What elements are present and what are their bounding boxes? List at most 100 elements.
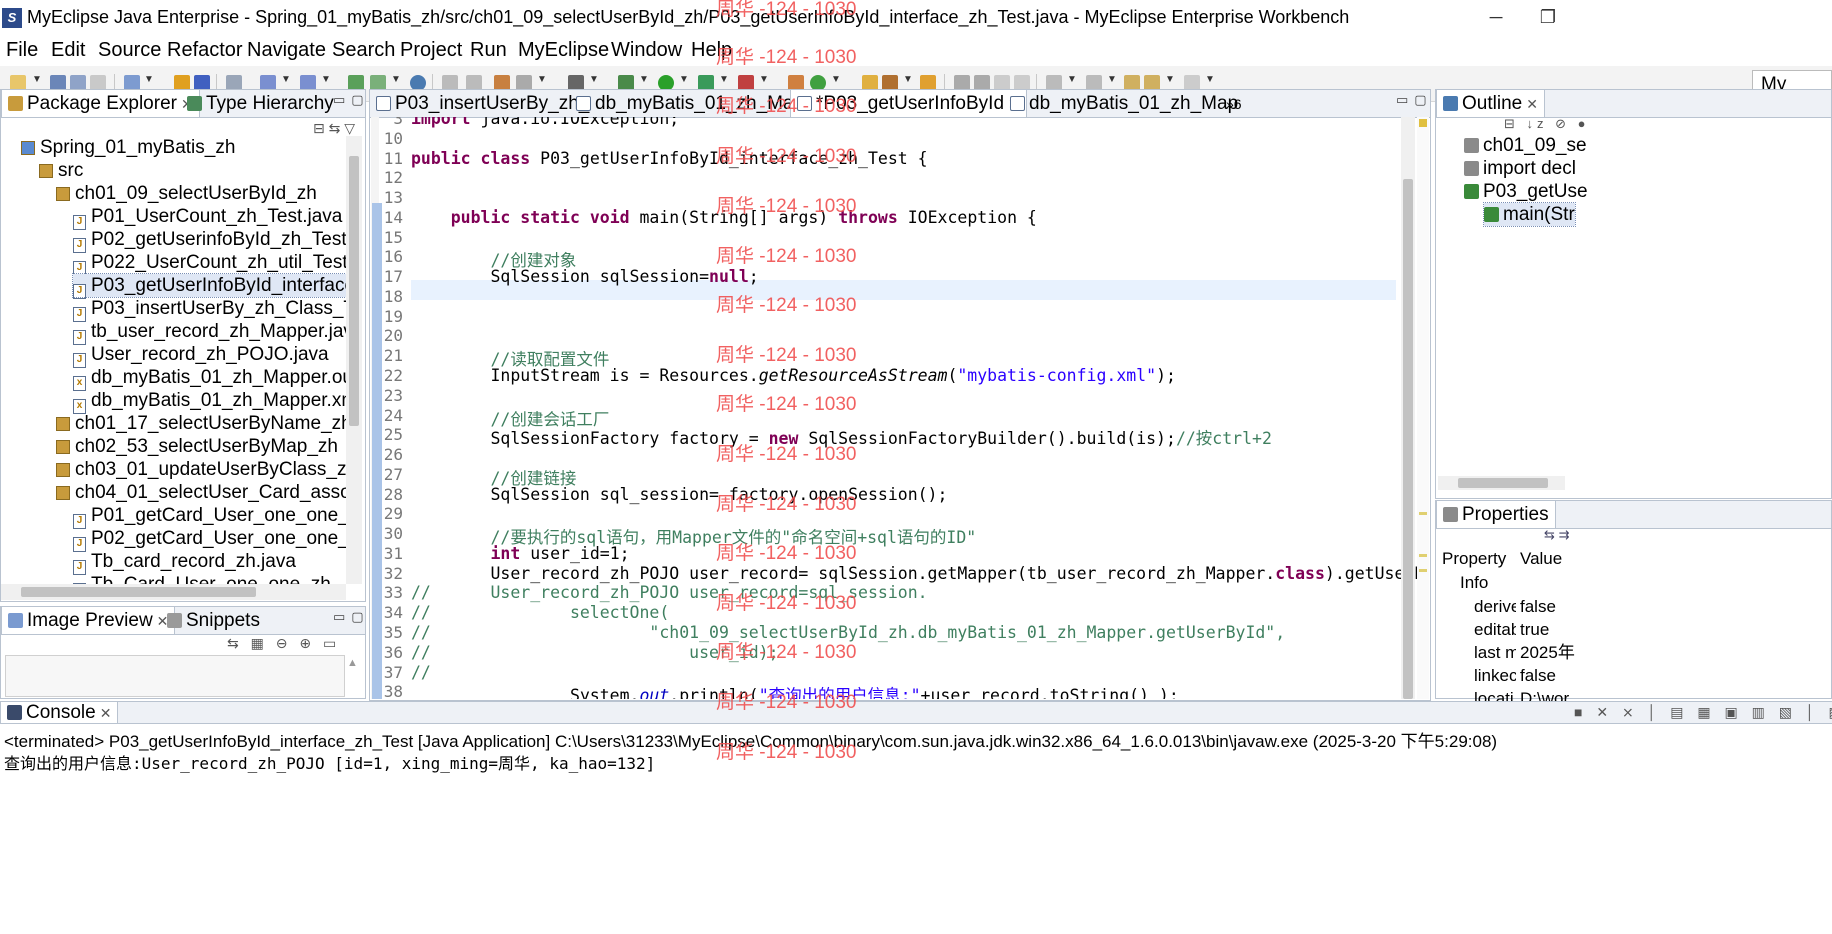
menu-window[interactable]: Window bbox=[611, 34, 682, 66]
minimize-button[interactable]: ─ bbox=[1476, 0, 1516, 34]
tree-item[interactable]: ch04_01_selectUser_Card_associatior bbox=[56, 481, 346, 504]
menu-source[interactable]: Source bbox=[98, 34, 161, 66]
tree-item[interactable]: ch03_01_updateUserByClass_zh bbox=[56, 458, 346, 481]
package-explorer-tabs: Package Explorer✕ Type Hierarchy ▭▢ bbox=[1, 90, 365, 118]
tree-item[interactable]: JP01_getCard_User_one_one_zh_Tes bbox=[73, 504, 346, 529]
tree-item[interactable]: Jtb_user_record_zh_Mapper.java bbox=[73, 320, 346, 345]
code-line[interactable]: // bbox=[411, 663, 431, 682]
line-number: 22 bbox=[383, 366, 403, 385]
menu-project[interactable]: Project bbox=[400, 34, 462, 66]
outline-item[interactable]: P03_getUse bbox=[1464, 180, 1588, 203]
tree-item-label: Tb_card_record_zh.java bbox=[91, 551, 296, 572]
tab-snippets[interactable]: Snippets bbox=[161, 607, 266, 634]
code-line[interactable]: // selectOne( bbox=[411, 603, 669, 622]
code-line[interactable]: InputStream is = Resources.getResourceAs… bbox=[411, 366, 1175, 385]
tree-item[interactable]: J P01_UserCount_zh_Test.java bbox=[73, 205, 342, 230]
property-value[interactable]: true bbox=[1520, 619, 1580, 641]
tree-item[interactable]: Spring_01_myBatis_zh bbox=[21, 136, 235, 159]
tree-item[interactable]: JP02_getUserinfoById_zh_Test.java bbox=[73, 228, 346, 253]
tab-package-explorer[interactable]: Package Explorer✕ bbox=[1, 90, 200, 117]
code-line[interactable]: SqlSession sqlSession=null; bbox=[411, 267, 758, 286]
dropdown-icon[interactable]: ▼ bbox=[144, 74, 154, 85]
tree-item[interactable]: J User_record_zh_POJO.java bbox=[73, 343, 329, 368]
tab-outline[interactable]: Outline ✕ bbox=[1436, 90, 1545, 117]
line-number: 16 bbox=[383, 247, 403, 267]
tree-item[interactable]: J Tb_card_record_zh.java bbox=[73, 550, 296, 575]
outline-toolbar-icons[interactable]: ⊟ ↓z ⊘ ● bbox=[1504, 116, 1589, 132]
more-tabs-button[interactable]: »6 bbox=[1220, 90, 1248, 117]
tree-item[interactable]: JP03_getUserInfoById_interface_zh_ bbox=[71, 273, 346, 299]
tab-label: db_myBatis_01_zh_Map bbox=[1029, 93, 1239, 114]
property-value[interactable]: false bbox=[1520, 665, 1580, 687]
code-line[interactable]: SqlSession sql_session= factory.openSess… bbox=[411, 485, 947, 504]
scrollbar-thumb[interactable] bbox=[349, 156, 359, 426]
tree-item[interactable]: JP02_getCard_User_one_one_result_ bbox=[73, 527, 346, 552]
tree-item[interactable]: xdb_myBatis_01_zh_Mapper.out.xm bbox=[73, 366, 346, 391]
tree-item[interactable]: JP03_insertUserBy_zh_Class_Test.jav bbox=[73, 297, 346, 322]
minimize-maximize-icon[interactable]: ▭▢ bbox=[1396, 92, 1430, 108]
close-icon[interactable]: ✕ bbox=[1526, 96, 1538, 112]
editor-tab-p03-insert[interactable]: P03_insertUserBy_zh_ bbox=[370, 90, 595, 117]
vertical-scrollbar[interactable] bbox=[346, 136, 362, 584]
menu-run[interactable]: Run bbox=[470, 34, 507, 66]
tab-type-hierarchy[interactable]: Type Hierarchy bbox=[181, 90, 340, 117]
tree-item-label: db_myBatis_01_zh_Mapper.out.xm bbox=[91, 367, 346, 388]
code-editor[interactable]: 3 import java.io.IOException; 10 11 public c… bbox=[371, 117, 1428, 699]
outline-item[interactable]: import decl bbox=[1464, 157, 1576, 180]
menu-navigate[interactable]: Navigate bbox=[247, 34, 326, 66]
scrollbar-thumb[interactable] bbox=[1458, 478, 1548, 488]
watermark-text: 周华 -124 - 1030 bbox=[716, 543, 857, 564]
info-section-label: Info bbox=[1460, 573, 1489, 592]
tree-item[interactable]: ch01_17_selectUserByName_zh bbox=[56, 412, 346, 435]
scrollbar-thumb[interactable] bbox=[21, 587, 256, 597]
menu-file[interactable]: File bbox=[6, 34, 38, 66]
tree-item[interactable]: x db_myBatis_01_zh_Mapper.xml bbox=[73, 389, 346, 414]
editor-tab-mapper-xml[interactable]: db_myBatis_01_zh_Map bbox=[1004, 90, 1244, 117]
property-value[interactable]: false bbox=[1520, 596, 1580, 618]
warning-marker-icon[interactable] bbox=[1419, 119, 1427, 127]
outline-item-label: ch01_09_se bbox=[1483, 135, 1587, 156]
package-explorer-icon bbox=[8, 96, 23, 111]
tree-item[interactable]: JP022_UserCount_zh_util_Test.java bbox=[73, 251, 346, 276]
new-dropdown-icon[interactable]: ▼ bbox=[32, 74, 42, 85]
code-line[interactable]: User_record_zh_POJO user_record= sqlSess… bbox=[411, 564, 1428, 583]
close-icon[interactable]: ✕ bbox=[100, 705, 112, 721]
minimize-maximize-icon[interactable]: ▭▢ bbox=[333, 92, 365, 108]
tree-item[interactable]: ch01_09_selectUserById_zh bbox=[56, 182, 317, 205]
tab-label: Console bbox=[26, 702, 96, 723]
tree-item-label: P02_getUserinfoById_zh_Test.java bbox=[91, 229, 346, 250]
scrollbar-thumb[interactable] bbox=[1403, 179, 1413, 699]
line-number: 17 bbox=[383, 267, 403, 287]
editor-vertical-scrollbar[interactable] bbox=[1401, 117, 1415, 699]
menu-edit[interactable]: Edit bbox=[51, 34, 85, 66]
property-value[interactable]: 2025年 bbox=[1520, 642, 1580, 664]
scroll-up-icon[interactable]: ▲ bbox=[347, 657, 358, 669]
properties-toolbar-icon[interactable]: ⇆ ⇉ bbox=[1544, 527, 1569, 543]
watermark-text: 周华 -124 - 1030 bbox=[716, 394, 857, 415]
line-number: 11 bbox=[383, 148, 403, 168]
project-icon bbox=[21, 141, 35, 155]
line-number: 35 bbox=[383, 623, 403, 643]
maximize-button[interactable]: ❐ bbox=[1528, 0, 1568, 34]
properties-panel: Properties ⇆ ⇉ Property Value Info deriv… bbox=[1435, 500, 1832, 708]
menu-myeclipse[interactable]: MyEclipse bbox=[518, 34, 609, 66]
outline-item[interactable]: main(Str bbox=[1483, 202, 1576, 227]
outline-item[interactable]: ch01_09_se bbox=[1464, 134, 1587, 157]
tree-item[interactable]: ch02_53_selectUserByMap_zh bbox=[56, 435, 338, 458]
minimize-maximize-icon[interactable]: ▭▢ bbox=[333, 609, 365, 625]
menu-refactor[interactable]: Refactor bbox=[167, 34, 243, 66]
tab-image-preview[interactable]: Image Preview ✕ bbox=[1, 607, 176, 634]
horizontal-scrollbar[interactable] bbox=[1, 584, 346, 600]
code-line[interactable]: import java.io.IOException; bbox=[411, 117, 679, 128]
console-toolbar-icons[interactable]: ■ ✕ ⨯ │ ▤ ▦ ▣ ▥ ▧ │ ▨ ▭ ▾ │ ▢ ▾ ▭ bbox=[1574, 704, 1832, 721]
tree-item[interactable]: src bbox=[39, 159, 83, 182]
menu-search[interactable]: Search bbox=[332, 34, 395, 66]
watermark-text: 周华 -124 - 1030 bbox=[716, 494, 857, 515]
outline-horizontal-scrollbar[interactable] bbox=[1438, 476, 1565, 490]
image-preview-area bbox=[5, 655, 345, 697]
tab-console[interactable]: Console ✕ bbox=[0, 702, 119, 723]
code-line[interactable]: int user_id=1; bbox=[411, 544, 629, 563]
collapse-link-icon[interactable]: ⊟ ⇆ ▽ bbox=[313, 120, 355, 137]
tab-properties[interactable]: Properties bbox=[1436, 501, 1556, 528]
tree-item-label: Spring_01_myBatis_zh bbox=[40, 137, 236, 158]
